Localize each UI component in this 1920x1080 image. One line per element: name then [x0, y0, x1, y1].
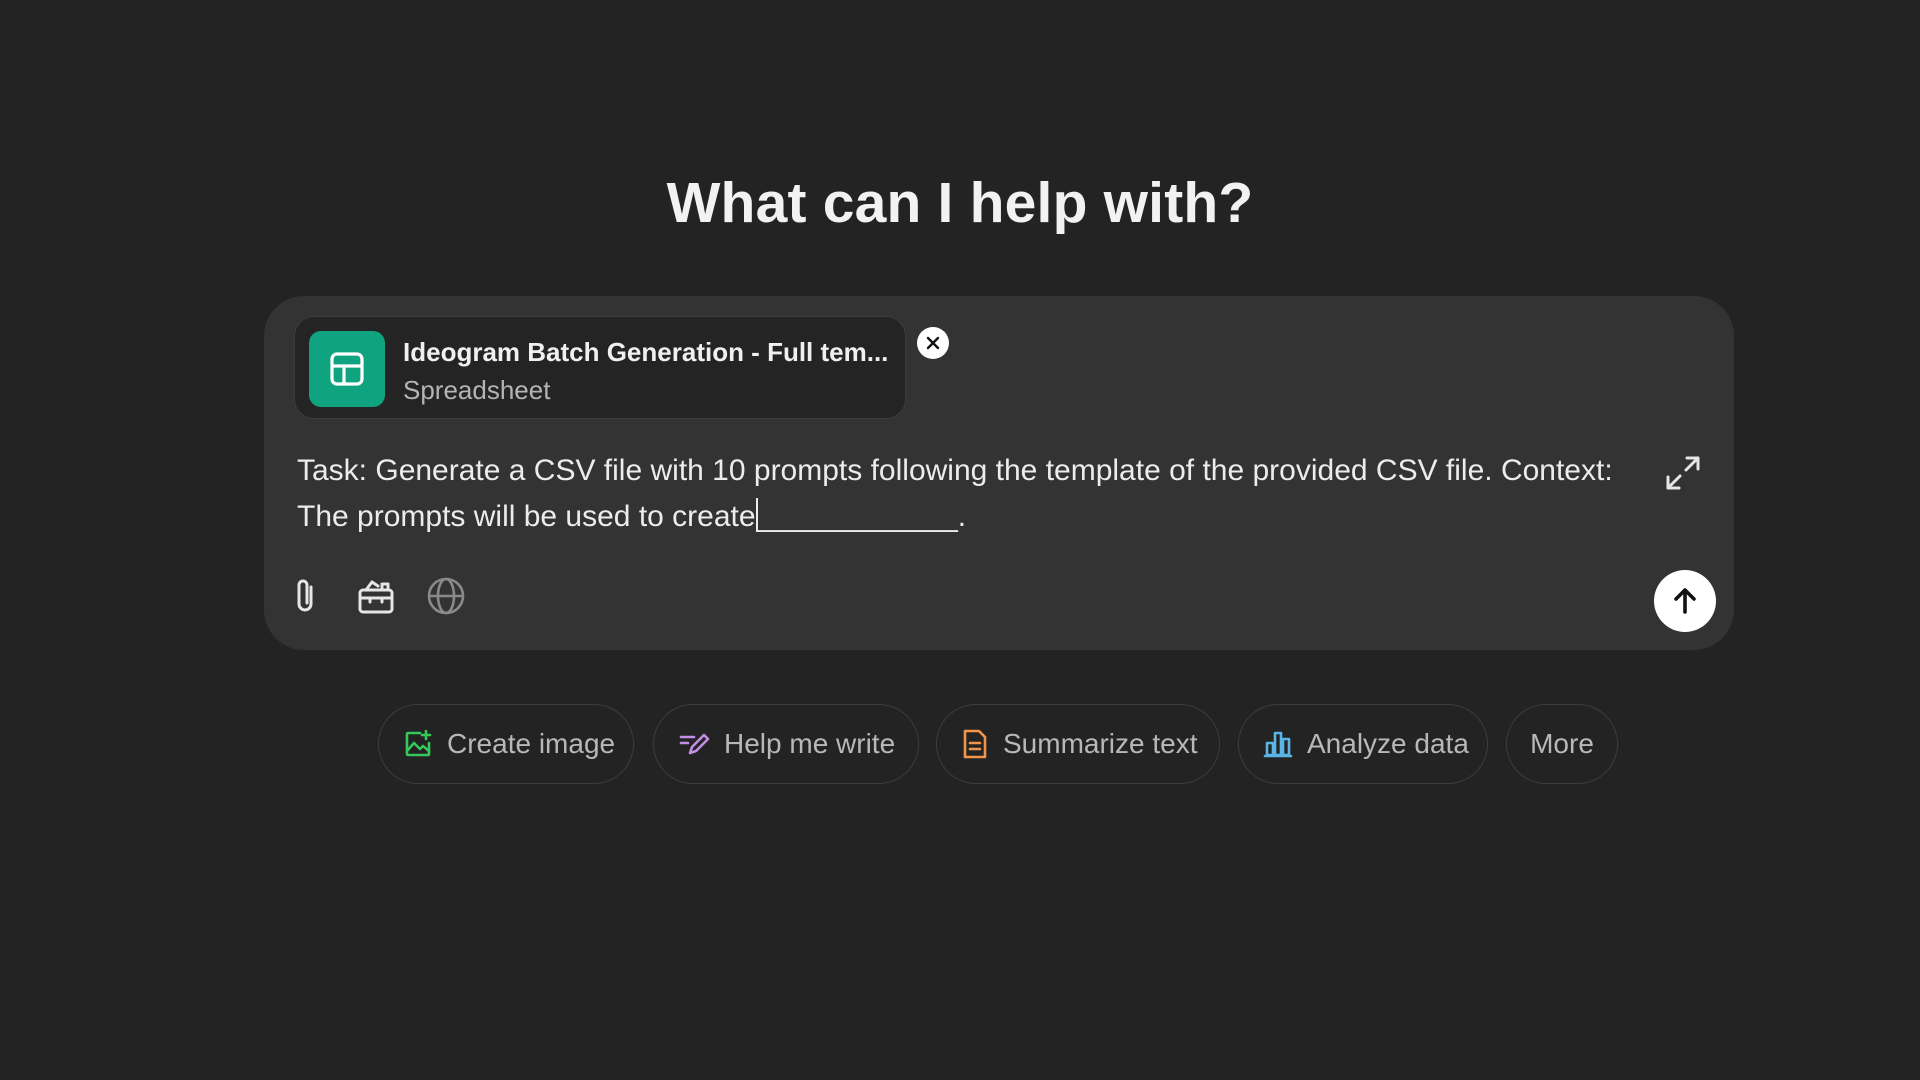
- tools-button[interactable]: [354, 574, 398, 618]
- more-button[interactable]: More: [1506, 704, 1618, 784]
- suggestion-bar: Create image Help me write Summarize tex…: [0, 704, 1920, 784]
- expand-icon: [1666, 456, 1700, 490]
- arrow-up-icon: [1674, 588, 1696, 614]
- analyze-data-button[interactable]: Analyze data: [1238, 704, 1488, 784]
- spreadsheet-icon: [309, 331, 385, 407]
- summarize-text-button[interactable]: Summarize text: [936, 704, 1220, 784]
- attachment-name: Ideogram Batch Generation - Full tem...: [403, 337, 889, 367]
- send-button[interactable]: [1654, 570, 1716, 632]
- paperclip-icon: [297, 579, 313, 612]
- create-image-button[interactable]: Create image: [378, 704, 634, 784]
- close-icon: [926, 336, 940, 350]
- toolbox-icon: [358, 580, 394, 614]
- help-me-write-button[interactable]: Help me write: [653, 704, 919, 784]
- page-title: What can I help with?: [666, 171, 1254, 235]
- prompt-blank: ____________: [757, 500, 958, 533]
- image-icon: [405, 729, 432, 757]
- prompt-line-2: The prompts will be used to create______…: [297, 494, 1637, 540]
- more-label: More: [1530, 728, 1594, 759]
- attachment-type: Spreadsheet: [403, 375, 551, 405]
- summarize-text-label: Summarize text: [1003, 728, 1198, 759]
- bar-chart-icon: [1263, 731, 1293, 758]
- create-image-label: Create image: [447, 728, 616, 759]
- attachment-chip[interactable]: Ideogram Batch Generation - Full tem... …: [294, 316, 949, 419]
- prompt-line-1: Task: Generate a CSV file with 10 prompt…: [297, 454, 1613, 487]
- globe-icon: [427, 577, 465, 615]
- attach-button[interactable]: [284, 574, 328, 618]
- chat-composer: Ideogram Batch Generation - Full tem... …: [264, 296, 1734, 650]
- prompt-input[interactable]: Task: Generate a CSV file with 10 prompt…: [297, 448, 1637, 540]
- analyze-data-label: Analyze data: [1307, 728, 1469, 759]
- web-search-button[interactable]: [424, 574, 468, 618]
- document-icon: [963, 729, 987, 759]
- prompt-line-2-text: The prompts will be used to create: [297, 500, 756, 533]
- help-me-write-label: Help me write: [724, 728, 896, 759]
- remove-attachment-button[interactable]: [917, 327, 949, 359]
- expand-button[interactable]: [1662, 452, 1704, 494]
- pen-icon: [679, 733, 710, 755]
- prompt-period: .: [957, 500, 967, 533]
